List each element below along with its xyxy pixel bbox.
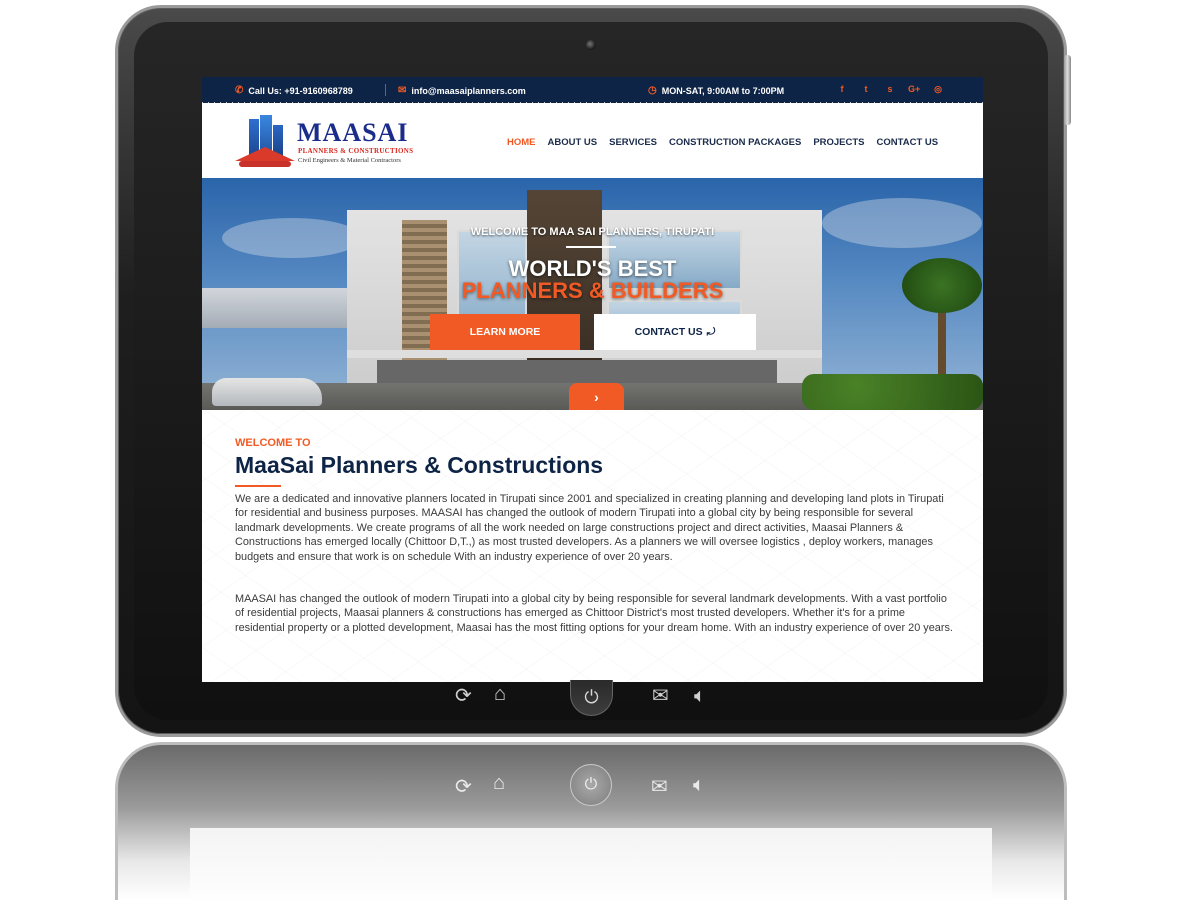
clock-icon: ◷: [648, 85, 657, 96]
power-icon-reflection: ⏻: [570, 764, 612, 806]
contact-us-button[interactable]: CONTACT US ⤾: [594, 314, 756, 350]
phone-contact[interactable]: ✆ Call Us: +91-9160968789: [235, 85, 353, 96]
logo-subtitle: PLANNERS & CONSTRUCTIONS: [298, 147, 414, 155]
reflection-screen: [190, 828, 992, 900]
logo-building-icon: [235, 115, 295, 171]
social-links: f t s G+ ◎: [836, 84, 944, 95]
instagram-icon[interactable]: ◎: [932, 84, 944, 95]
email-text: info@maasaiplanners.com: [411, 85, 526, 96]
about-section: WELCOME TO MaaSai Planners & Constructio…: [202, 410, 983, 682]
speaker-icon-reflection: 🔈︎: [693, 774, 705, 796]
nav-construction-packages[interactable]: CONSTRUCTION PACKAGES: [669, 137, 801, 148]
skype-icon[interactable]: s: [884, 84, 896, 95]
nav-home[interactable]: HOME: [507, 137, 536, 148]
section-title: MaaSai Planners & Constructions: [235, 452, 604, 478]
hero-title-line2: PLANNERS & BUILDERS: [461, 278, 724, 303]
logo-tagline: Civil Engineers & Material Contractors: [298, 157, 401, 164]
about-paragraph-2: MAASAI has changed the outlook of modern…: [235, 593, 953, 634]
phone-text: Call Us: +91-9160968789: [248, 85, 353, 96]
next-slide-button[interactable]: ›: [569, 383, 624, 410]
title-underline: [235, 485, 281, 487]
logo-title: MAASAI: [297, 118, 409, 147]
hero-divider: [566, 246, 616, 248]
site-logo[interactable]: MAASAI PLANNERS & CONSTRUCTIONS Civil En…: [235, 115, 435, 171]
side-button: [1064, 55, 1071, 125]
twitter-icon[interactable]: t: [860, 84, 872, 95]
google-plus-icon[interactable]: G+: [908, 84, 920, 95]
camera-icon: [586, 40, 596, 50]
learn-more-button[interactable]: LEARN MORE: [430, 314, 580, 350]
facebook-icon[interactable]: f: [836, 84, 848, 95]
top-bar: ✆ Call Us: +91-9160968789 ✉ info@maasaip…: [202, 77, 983, 108]
speaker-icon[interactable]: 🔈︎: [694, 686, 706, 706]
tablet-reflection: ⟳ ⌂ ⏻ ✉ 🔈︎: [115, 742, 1067, 900]
mail-icon: ✉: [398, 85, 407, 96]
tablet-mockup: ⟳ ⌂ ⏻ ✉ 🔈︎ ✆ Call Us: +91-9160968789 ✉ i…: [0, 0, 1180, 900]
about-paragraph-1: We are a dedicated and innovative planne…: [235, 493, 944, 563]
refresh-icon-reflection: ⟳: [455, 776, 472, 798]
home-icon[interactable]: ⌂: [494, 684, 506, 704]
chevron-right-icon: ›: [594, 389, 599, 405]
mail-icon[interactable]: ✉: [652, 686, 669, 706]
topbar-divider: [385, 84, 386, 96]
phone-icon: ⤾: [706, 325, 716, 338]
contact-us-label: CONTACT US: [634, 326, 703, 338]
refresh-icon[interactable]: ⟳: [455, 686, 472, 706]
nav-services[interactable]: SERVICES: [609, 137, 657, 148]
email-contact[interactable]: ✉ info@maasaiplanners.com: [398, 85, 526, 96]
nav-projects[interactable]: PROJECTS: [813, 137, 864, 148]
home-icon-reflection: ⌂: [493, 772, 506, 794]
section-kicker: WELCOME TO: [235, 437, 311, 449]
website-screen: ✆ Call Us: +91-9160968789 ✉ info@maasaip…: [202, 77, 983, 682]
phone-icon: ✆: [235, 85, 244, 96]
opening-hours: ◷ MON-SAT, 9:00AM to 7:00PM: [648, 85, 784, 96]
mail-icon-reflection: ✉: [651, 776, 668, 798]
hours-text: MON-SAT, 9:00AM to 7:00PM: [661, 85, 785, 96]
nav-about-us[interactable]: ABOUT US: [548, 137, 598, 148]
nav-contact-us[interactable]: CONTACT US: [877, 137, 939, 148]
main-nav: HOME ABOUT US SERVICES CONSTRUCTION PACK…: [507, 137, 938, 148]
hero-slider: WELCOME TO MAA SAI PLANNERS, TIRUPATI WO…: [202, 178, 983, 410]
hero-welcome: WELCOME TO MAA SAI PLANNERS, TIRUPATI: [470, 226, 715, 238]
site-header: MAASAI PLANNERS & CONSTRUCTIONS Civil En…: [202, 103, 983, 178]
